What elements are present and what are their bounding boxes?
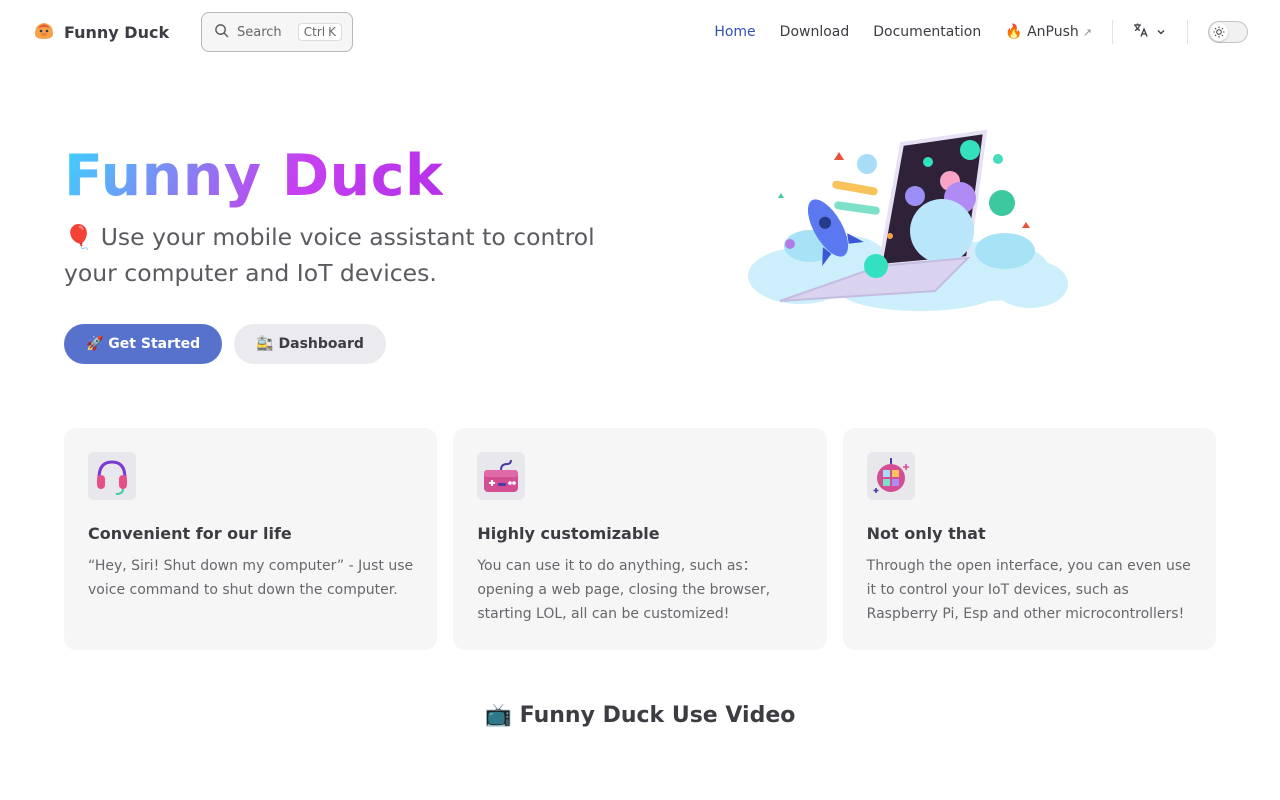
site-title: Funny Duck bbox=[64, 22, 170, 42]
brand-link[interactable]: Funny Duck bbox=[32, 19, 169, 45]
get-started-button[interactable]: 🚀 Get Started bbox=[64, 324, 223, 364]
nav-menu: Home Download Documentation 🔥 AnPush ↗ bbox=[714, 20, 1248, 44]
shortcut-key: K bbox=[328, 25, 336, 39]
nav-divider-2 bbox=[1187, 20, 1188, 44]
feature-card-not-only-that: Not only that Through the open interface… bbox=[842, 428, 1216, 650]
disco-ball-icon bbox=[866, 452, 915, 500]
nav-link-anpush-label: 🔥 AnPush bbox=[1005, 24, 1079, 40]
features-section: Convenient for our life “Hey, Siri! Shut… bbox=[64, 428, 1216, 650]
nav-link-home[interactable]: Home bbox=[714, 24, 755, 40]
nav-divider bbox=[1112, 20, 1113, 44]
external-link-icon: ↗ bbox=[1082, 26, 1092, 39]
translate-icon bbox=[1133, 22, 1149, 42]
feature-details: You can use it to do anything, such as：o… bbox=[477, 558, 771, 622]
navbar: Funny Duck Search Ctrl K Home Download D… bbox=[0, 0, 1280, 64]
shortcut-ctrl: Ctrl bbox=[303, 25, 326, 39]
dashboard-button[interactable]: 🚉 Dashboard bbox=[234, 324, 386, 364]
search-icon bbox=[214, 23, 229, 42]
feature-details: Through the open interface, you can even… bbox=[866, 558, 1191, 622]
language-switcher[interactable] bbox=[1133, 22, 1167, 42]
search-label: Search bbox=[237, 24, 282, 40]
feature-title: Convenient for our life bbox=[88, 524, 292, 543]
sun-icon bbox=[1210, 23, 1228, 41]
feature-card-customizable: Highly customizable You can use it to do… bbox=[453, 428, 827, 650]
gamepad-icon bbox=[477, 452, 526, 500]
hero-name: Funny Duck bbox=[64, 140, 443, 212]
video-section-title: 📺 Funny Duck Use Video bbox=[484, 703, 796, 728]
rocket-laptop-illustration bbox=[740, 126, 1068, 316]
feature-title: Highly customizable bbox=[477, 524, 660, 543]
feature-details: “Hey, Siri! Shut down my computer” - Jus… bbox=[88, 558, 414, 598]
nav-link-anpush[interactable]: 🔥 AnPush ↗ bbox=[1005, 24, 1092, 40]
duck-logo-icon bbox=[32, 18, 56, 46]
search-shortcut: Ctrl K bbox=[297, 23, 342, 41]
headphones-icon bbox=[88, 452, 136, 500]
appearance-toggle[interactable] bbox=[1208, 21, 1248, 43]
feature-card-convenient: Convenient for our life “Hey, Siri! Shut… bbox=[64, 428, 438, 650]
hero-tagline: 🎈 Use your mobile voice assistant to con… bbox=[64, 223, 595, 287]
search-button[interactable]: Search Ctrl K bbox=[201, 12, 353, 52]
nav-link-download[interactable]: Download bbox=[780, 24, 850, 40]
hero-actions: 🚀 Get Started 🚉 Dashboard bbox=[64, 324, 386, 364]
feature-title: Not only that bbox=[866, 524, 986, 543]
nav-link-documentation[interactable]: Documentation bbox=[873, 24, 981, 40]
chevron-down-icon bbox=[1155, 23, 1167, 42]
